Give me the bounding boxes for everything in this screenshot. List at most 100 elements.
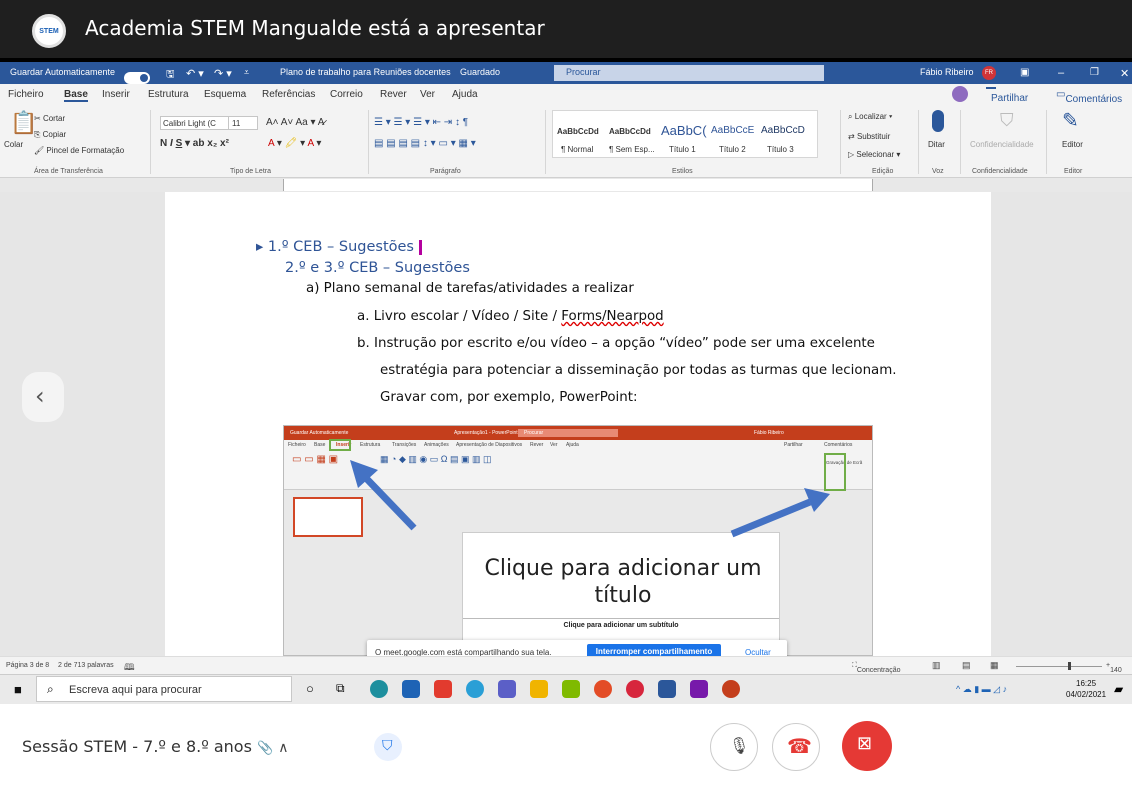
list-icons[interactable]: ☰ ▾ ☰ ▾ ☰ ▾ ⇤ ⇥ ↕ ¶	[374, 117, 468, 128]
clock-date: 04/02/2021	[1066, 690, 1107, 699]
maximize-icon[interactable]: ❐	[1090, 67, 1099, 78]
copy-button[interactable]: ⎘ Copiar	[34, 130, 66, 140]
item-b-line1: b. Instrução por escrito e/ou vídeo – a …	[357, 336, 875, 351]
coauthor-avatar[interactable]	[952, 86, 968, 102]
security-icon[interactable]: ⛉	[374, 733, 402, 761]
minimize-icon[interactable]: –	[1058, 67, 1064, 79]
attachment-icon[interactable]: 📎	[257, 741, 273, 756]
cut-button[interactable]: ✂ Cortar	[34, 114, 65, 123]
clock[interactable]: 16:25 04/02/2021	[1066, 678, 1106, 700]
style-heading2-sample[interactable]: AaBbCcE	[711, 125, 754, 136]
horizontal-ruler[interactable]	[0, 178, 1132, 192]
user-avatar[interactable]: FR	[982, 66, 996, 80]
file-explorer-icon[interactable]	[530, 680, 548, 698]
word-count[interactable]: 2 de 713 palavras	[58, 662, 114, 669]
annotation-arrows	[350, 460, 830, 538]
onenote-icon[interactable]	[690, 680, 708, 698]
copy-label: Copiar	[42, 130, 67, 139]
tab-ficheiro[interactable]: Ficheiro	[8, 89, 44, 100]
customize-toolbar-icon[interactable]: ⩡	[244, 67, 249, 78]
word-taskbar-icon[interactable]	[658, 680, 676, 698]
style-heading3-sample[interactable]: AaBbCcD	[761, 125, 805, 136]
dictate-button[interactable]: Ditar	[928, 140, 945, 149]
close-icon[interactable]: ✕	[1120, 67, 1129, 80]
chevron-left-icon: ‹	[35, 382, 45, 410]
tab-estrutura[interactable]: Estrutura	[148, 89, 189, 100]
font-size-select[interactable]: 11	[228, 116, 258, 130]
app-red-icon[interactable]	[626, 680, 644, 698]
microphone-icon	[932, 110, 944, 132]
style-no-spacing-sample[interactable]: AaBbCcDd	[609, 127, 651, 136]
autosave-label: Guardar Automaticamente	[10, 67, 116, 77]
paste-button[interactable]: Colar	[4, 140, 23, 149]
cortana-icon[interactable]: ○	[306, 681, 314, 696]
task-view-icon[interactable]: ⧉	[336, 681, 345, 696]
word-search-box[interactable]: Procurar	[554, 65, 824, 81]
meeting-title: Sessão STEM - 7.º e 8.º anos 📎 ∧	[22, 737, 289, 756]
teams-icon[interactable]	[498, 680, 516, 698]
focus-mode-button[interactable]: ⛶ Concentração	[852, 662, 901, 674]
tab-correio[interactable]: Correio	[330, 89, 363, 100]
mail-icon[interactable]	[402, 680, 420, 698]
powerpoint-taskbar-icon[interactable]	[722, 680, 740, 698]
style-heading1-label: Título 1	[669, 145, 696, 154]
redo-icon[interactable]: ↷ ▾	[214, 67, 232, 80]
zoom-slider[interactable]	[1016, 666, 1102, 667]
clipboard-group-label: Área de Transferência	[34, 168, 103, 175]
system-tray-icons[interactable]: ^ ☁ ▮ ▬ ◿ ♪	[956, 684, 1007, 695]
document-title[interactable]: Plano de trabalho para Reuniões docentes	[280, 67, 451, 77]
format-painter-button[interactable]: 🖌 Pincel de Formatação	[34, 146, 124, 155]
style-normal-sample[interactable]: AaBbCcDd	[557, 127, 599, 136]
windows-start-icon[interactable]: ■	[14, 682, 22, 697]
select-label: Selecionar	[856, 150, 895, 159]
print-layout-icon[interactable]: ▤	[962, 660, 971, 671]
undo-icon[interactable]: ↶ ▾	[186, 67, 204, 80]
style-heading1-sample[interactable]: AaBbC(	[661, 123, 707, 138]
styles-group-label: Estilos	[672, 168, 693, 175]
tab-ajuda[interactable]: Ajuda	[452, 89, 478, 100]
item-a: a) Plano semanal de tarefas/atividades a…	[306, 281, 634, 296]
tab-inserir[interactable]: Inserir	[102, 89, 130, 100]
notifications-icon[interactable]: ▰	[1114, 682, 1123, 696]
tab-rever[interactable]: Rever	[380, 89, 407, 100]
tab-esquema[interactable]: Esquema	[204, 89, 246, 100]
bold-italic-underline-icons[interactable]: N I S ▾ ab x₂ x²	[160, 138, 229, 149]
camera-off-button[interactable]: ⊠	[842, 721, 892, 771]
select-button[interactable]: ▷ Selecionar ▾	[848, 150, 900, 159]
web-layout-icon[interactable]: ▦	[990, 660, 999, 671]
save-icon[interactable]: 🖫	[166, 67, 175, 84]
forms-nearpod-text: Forms/Nearpod	[561, 309, 664, 324]
alignment-icons[interactable]: ▤ ▤ ▤ ▤ ↕ ▾ ▭ ▾ ▦ ▾	[374, 138, 476, 149]
tab-base[interactable]: Base	[64, 89, 88, 102]
tab-referencias[interactable]: Referências	[262, 89, 315, 100]
browser-icon[interactable]	[466, 680, 484, 698]
store-icon[interactable]	[434, 680, 452, 698]
read-mode-icon[interactable]: ▥	[932, 660, 941, 671]
document-status[interactable]: Guardado	[460, 67, 500, 77]
taskbar-search[interactable]: Escreva aqui para procurar ⌕	[36, 676, 292, 702]
find-button[interactable]: ⌕ Localizar ▾	[848, 112, 892, 122]
ribbon-display-icon[interactable]: ▣	[1020, 67, 1029, 78]
editor-button[interactable]: Editor	[1062, 140, 1083, 149]
user-name[interactable]: Fábio Ribeiro	[920, 67, 974, 77]
previous-slide-button[interactable]: ‹	[22, 372, 64, 422]
microphone-button[interactable]: 🎙	[710, 723, 758, 771]
zoom-level[interactable]: + 140	[1106, 662, 1122, 674]
comments-button[interactable]: ▭ Comentários	[1056, 89, 1122, 105]
grow-shrink-font-icon[interactable]: A˄ A˅ Aa ▾ A̷	[266, 117, 324, 128]
replace-button[interactable]: ⇄ Substituir	[848, 132, 890, 141]
zoom-slider-thumb[interactable]	[1068, 662, 1071, 670]
font-color-icons[interactable]: A ▾ 🖍 ▾ A ▾	[268, 138, 321, 149]
page-count[interactable]: Página 3 de 8	[6, 662, 49, 669]
bullet-ceb1: ▸ 1.º CEB – Sugestões	[256, 239, 422, 255]
chevron-up-icon[interactable]: ∧	[278, 740, 288, 756]
chrome-icon[interactable]	[594, 680, 612, 698]
app-icon[interactable]	[562, 680, 580, 698]
edge-icon[interactable]	[370, 680, 388, 698]
avatar-initials: FR	[985, 70, 993, 76]
sensitivity-button[interactable]: Confidencialidade	[970, 140, 1034, 149]
tab-ver[interactable]: Ver	[420, 89, 435, 100]
focus-label: Concentração	[856, 667, 901, 674]
leave-call-button[interactable]: ☎	[772, 723, 820, 771]
share-button[interactable]: Partilhar	[986, 87, 1028, 104]
